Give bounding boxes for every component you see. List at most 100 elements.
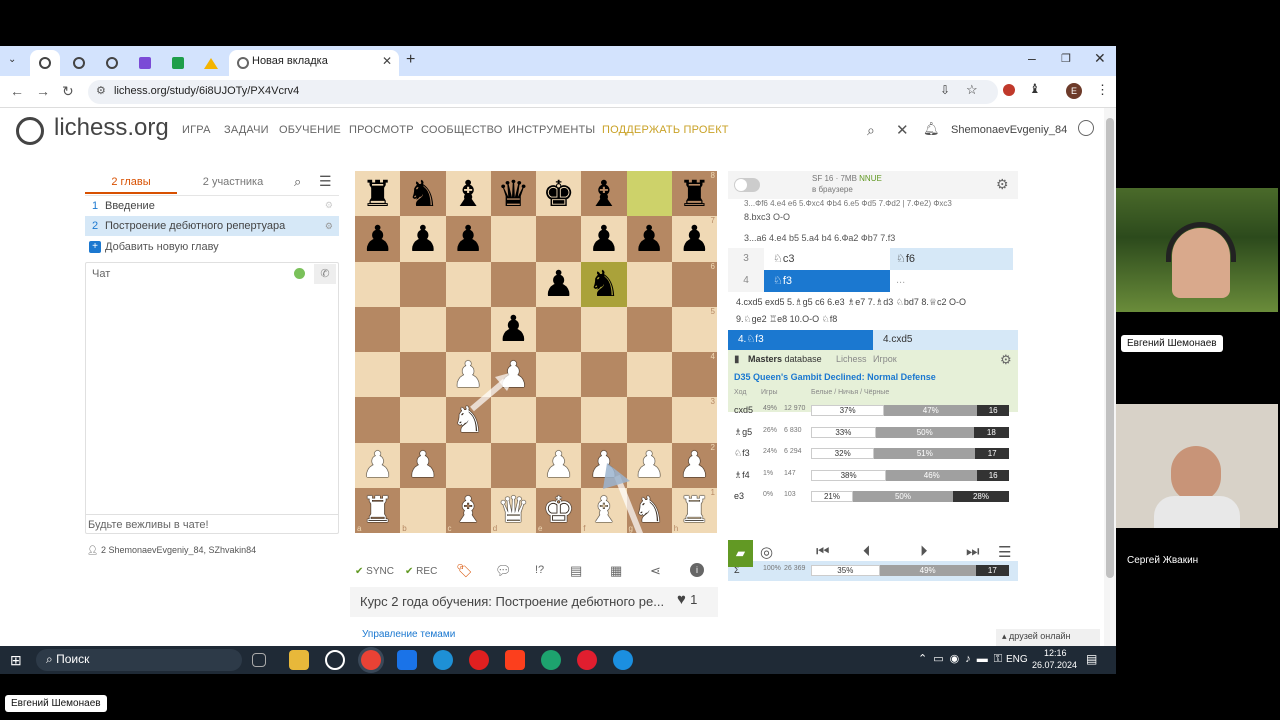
square-c3[interactable]: ♞ (445, 397, 491, 443)
black-king-icon[interactable]: ♚ (542, 175, 574, 212)
square-b7[interactable]: ♟ (400, 216, 446, 262)
chapter-settings-icon[interactable]: ⚙ (325, 200, 333, 211)
page-scrollbar[interactable] (1104, 108, 1116, 646)
square-f7[interactable]: ♟ (581, 216, 627, 262)
square-h4[interactable]: 4 (671, 352, 717, 398)
square-d4[interactable]: ♟ (490, 352, 536, 398)
engine-line[interactable]: 8.bxc3 O-O (744, 212, 790, 222)
yandex-icon[interactable] (469, 650, 489, 670)
next-move-alt[interactable]: 4.cxd5 (873, 330, 1018, 350)
sync-toggle[interactable]: ✔ SYNC (355, 566, 394, 577)
white-bishop-icon[interactable]: ♝ (452, 492, 484, 528)
chrome-taskbar-icon[interactable] (361, 650, 381, 670)
chart-icon[interactable]: ▤ (570, 563, 582, 579)
black-rook-icon[interactable]: ♜ (678, 175, 710, 212)
explorer-total-row[interactable]: Σ 100% 26 369 35% 49% 17 (728, 561, 1018, 581)
square-f3[interactable] (581, 397, 627, 443)
menu-icon[interactable]: ☰ (998, 543, 1011, 561)
white-pawn-icon[interactable]: ♟ (361, 447, 393, 483)
tab-sheets[interactable] (163, 50, 193, 76)
share-icon[interactable]: ⋖ (650, 563, 661, 579)
ie-icon[interactable] (433, 650, 453, 670)
square-h3[interactable]: 3 (671, 397, 717, 443)
square-g3[interactable] (626, 397, 672, 443)
square-d3[interactable] (490, 397, 536, 443)
square-h8[interactable]: ♜ 8 (671, 171, 717, 217)
user-avatar-icon[interactable] (1078, 120, 1094, 136)
site-logo[interactable]: lichess.org (54, 114, 169, 142)
square-h7[interactable]: ♟ 7 (671, 216, 717, 262)
square-d2[interactable] (490, 442, 536, 488)
square-c2[interactable] (445, 442, 491, 488)
clock-time[interactable]: 12:16 (1044, 648, 1067, 658)
url-text[interactable]: lichess.org/study/6i8UJOTy/PX4Vcrv4 (114, 85, 299, 97)
glyph-icon[interactable]: !? (535, 564, 544, 576)
black-pawn-icon[interactable]: ♟ (542, 266, 574, 302)
clock-date[interactable]: 26.07.2024 (1032, 660, 1077, 670)
install-icon[interactable]: ⇩ (940, 83, 950, 97)
store-icon[interactable] (397, 650, 417, 670)
square-b5[interactable] (400, 306, 446, 352)
square-b8[interactable]: ♞ (400, 171, 446, 217)
chat-input[interactable]: Будьте вежливы в чате! (85, 514, 339, 534)
nav-tools[interactable]: ИНСТРУМЕНТЫ (508, 124, 595, 136)
maximize-button[interactable]: ❐ (1061, 52, 1071, 65)
square-a8[interactable]: ♜ (355, 171, 401, 217)
black-bishop-icon[interactable]: ♝ (452, 175, 484, 212)
tags-icon[interactable]: 🏷︎ (456, 563, 473, 579)
comment-icon[interactable]: 💬︎ (495, 563, 512, 579)
next-move-icon[interactable]: ⏵ (920, 543, 928, 560)
lichess-logo-icon[interactable] (16, 117, 44, 145)
explorer-icon[interactable] (289, 650, 309, 670)
square-g6[interactable] (626, 261, 672, 307)
white-rook-icon[interactable]: ♜ (678, 492, 710, 528)
tab-lichess-db[interactable]: Lichess (836, 354, 867, 364)
square-e2[interactable]: ♟ (536, 442, 582, 488)
white-knight-icon[interactable]: ♞ (452, 401, 484, 438)
forward-icon[interactable]: → (36, 83, 50, 99)
yandex-browser-icon[interactable] (505, 650, 525, 670)
square-e5[interactable] (536, 306, 582, 352)
tab-lichess-2[interactable] (64, 50, 94, 76)
task-view-icon[interactable] (252, 653, 266, 667)
new-tab-button[interactable]: + (406, 51, 415, 69)
square-h6[interactable]: 6 (671, 261, 717, 307)
variation-line[interactable]: 9.♘ge2 ♖e8 10.O-O ♘f8 (728, 309, 1013, 330)
square-a3[interactable] (355, 397, 401, 443)
white-knight-icon[interactable]: ♞ (633, 492, 665, 528)
challenge-icon[interactable]: ✕ (896, 121, 909, 139)
black-pawn-icon[interactable]: ♟ (633, 220, 665, 257)
opera-icon[interactable] (577, 650, 597, 670)
tab-docs[interactable] (130, 50, 160, 76)
chess-board[interactable]: ♜ ♞ ♝ ♛ ♚ ♝ ♜ 8 ♟ ♟ ♟ ♟ ♟ ♟ 7 ♟ ♞ 6 ♟ 5 ♟ ♟ 4 ♞ 3 ♟ ♟ ♟ ♟ ♟ ♟ 2 ♜ a b ♝ c ♛ d ♚… (355, 171, 717, 533)
nav-play[interactable]: ИГРА (182, 124, 211, 136)
notifications-icon[interactable]: ▤ (1086, 652, 1097, 666)
white-pawn-icon[interactable]: ♟ (407, 447, 439, 483)
explorer-toggle-button[interactable]: ▰ (728, 540, 753, 567)
white-pawn-icon[interactable]: ♟ (497, 356, 529, 393)
square-f4[interactable] (581, 352, 627, 398)
square-a6[interactable] (355, 261, 401, 307)
topics-link[interactable]: Управление темами (362, 629, 455, 640)
square-h5[interactable]: 5 (671, 306, 717, 352)
black-knight-icon[interactable]: ♞ (407, 175, 439, 212)
explorer-settings-icon[interactable]: ⚙ (1000, 352, 1012, 368)
square-c4[interactable]: ♟ (445, 352, 491, 398)
white-queen-icon[interactable]: ♛ (497, 492, 529, 528)
move-black[interactable]: ... (896, 274, 905, 286)
username[interactable]: ShemonaevEvgeniy_84 (951, 124, 1067, 136)
chapter-settings-icon[interactable]: ⚙ (325, 221, 333, 232)
app-icon[interactable] (325, 650, 345, 670)
back-icon[interactable]: ← (10, 83, 24, 99)
url-box[interactable]: ⚙ lichess.org/study/6i8UJOTy/PX4Vcrv4 ⇩ … (88, 80, 998, 104)
square-f6[interactable]: ♞ (581, 261, 627, 307)
white-pawn-icon[interactable]: ♟ (633, 447, 665, 483)
black-pawn-icon[interactable]: ♟ (452, 220, 484, 257)
nav-puzzles[interactable]: ЗАДАЧИ (224, 124, 269, 136)
white-rook-icon[interactable]: ♜ (361, 492, 393, 528)
square-a7[interactable]: ♟ (355, 216, 401, 262)
square-e1[interactable]: ♚ e (536, 487, 582, 533)
language-indicator[interactable]: ENG (1006, 654, 1028, 665)
search-icon[interactable]: ⌕ (867, 122, 875, 139)
tab-drive[interactable] (196, 50, 226, 76)
